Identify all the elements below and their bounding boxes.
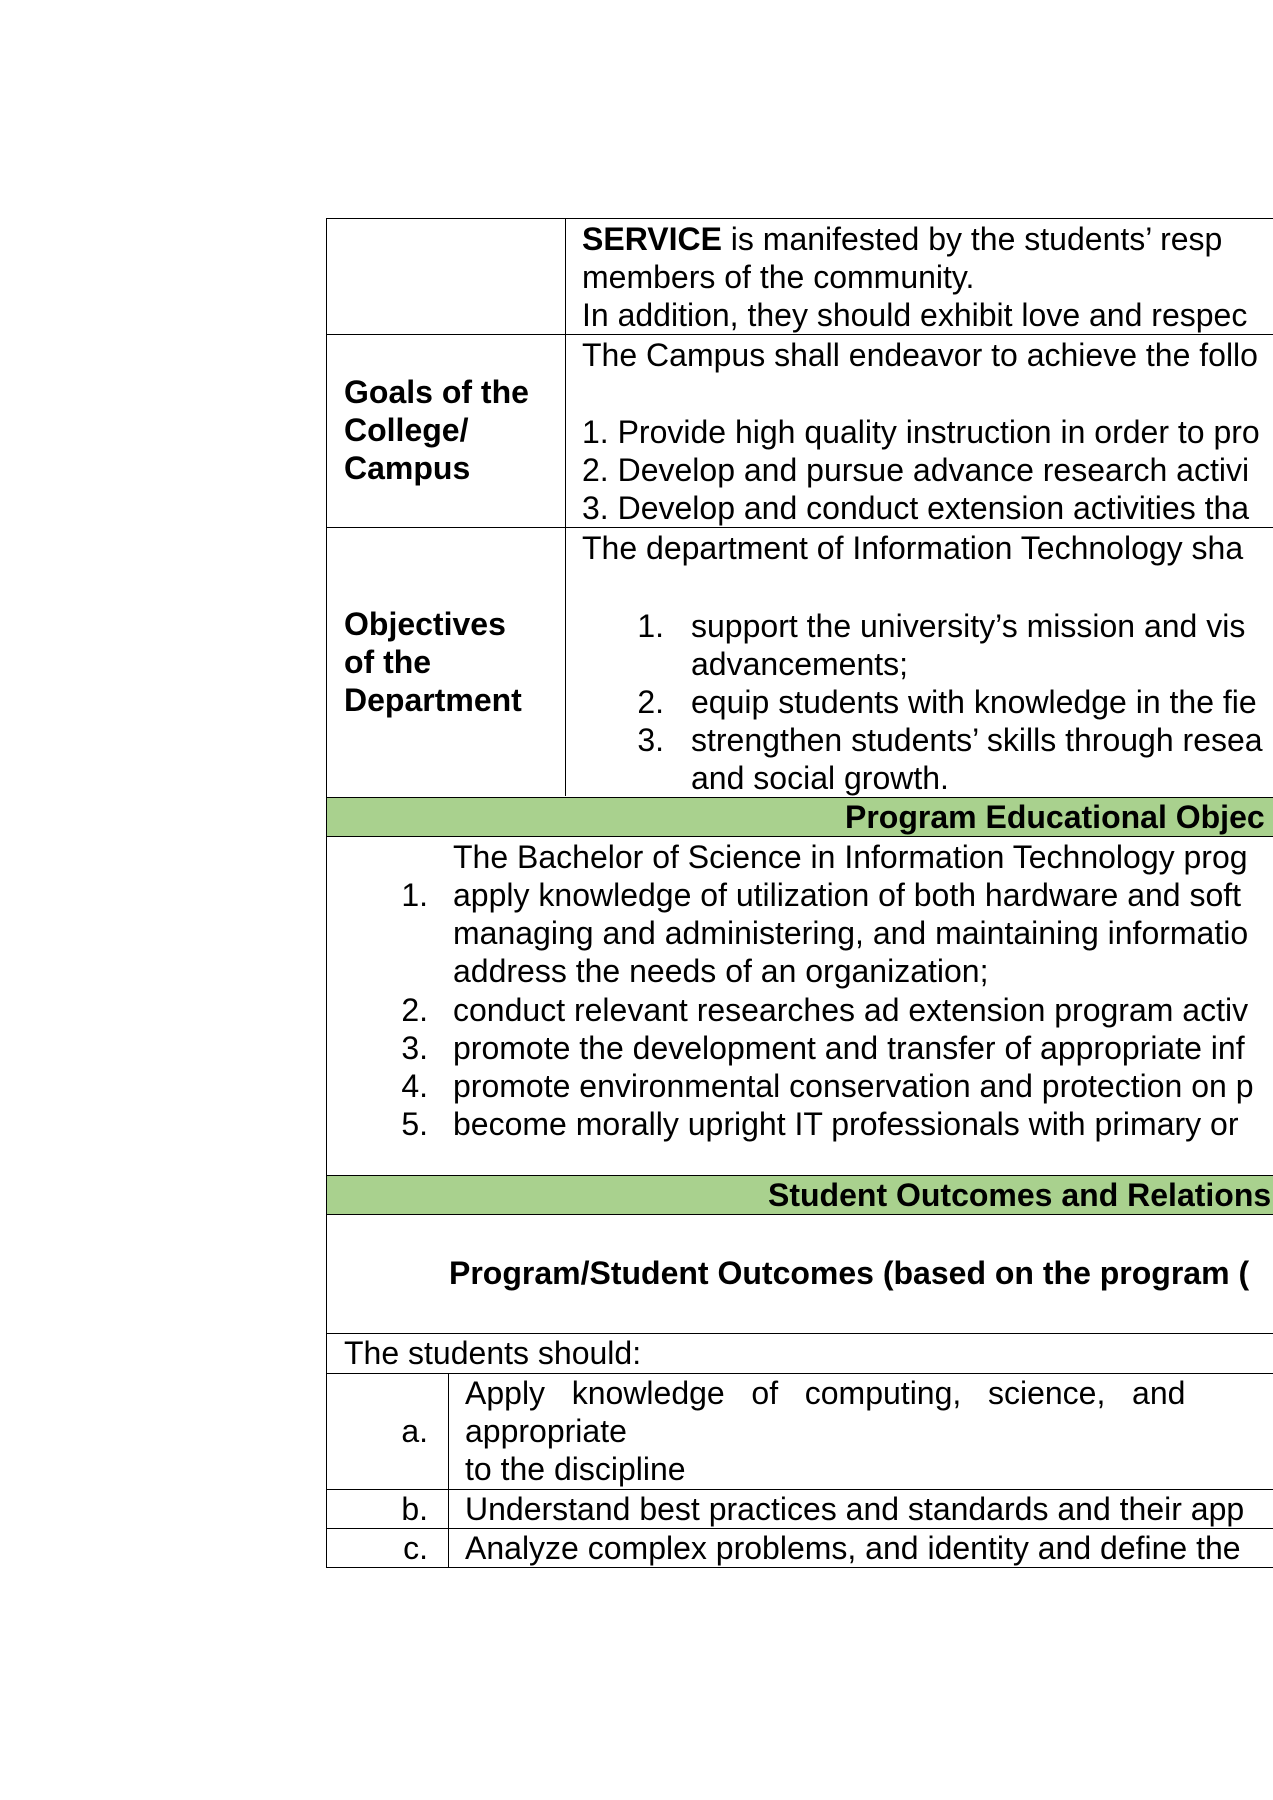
goals-label-2: College/ <box>344 412 469 448</box>
peo-heading: Program Educational Objec <box>845 799 1265 835</box>
outcome-a-line-1: Apply knowledge of computing, science, a… <box>465 1375 1186 1411</box>
row-divider-peo-heading-bottom <box>326 836 1273 837</box>
document-page: SERVICE is manifested by the students’ r… <box>0 0 1273 1800</box>
outcome-c-line-1: Analyze complex problems, and identity a… <box>465 1530 1241 1566</box>
goals-intro: The Campus shall endeavor to achieve the… <box>582 337 1258 373</box>
peo-item-4-number: 4. <box>401 1068 428 1104</box>
objectives-item-3-number: 3. <box>637 722 664 758</box>
objectives-label-2: of the <box>344 644 432 680</box>
letter-column-divider <box>448 1373 449 1568</box>
row-divider-goals <box>326 334 1273 335</box>
outcome-a-line-3: to the discipline <box>465 1451 686 1487</box>
peo-item-5-line-1: become morally upright IT professionals … <box>453 1106 1239 1142</box>
peo-item-3-line-1: promote the development and transfer of … <box>453 1030 1245 1066</box>
peo-item-2-line-1: conduct relevant researches ad extension… <box>453 992 1249 1028</box>
peo-item-2-number: 2. <box>401 992 428 1028</box>
outcomes-subheading: Program/Student Outcomes (based on the p… <box>449 1255 1250 1291</box>
peo-intro: The Bachelor of Science in Information T… <box>453 839 1248 875</box>
table-left-border <box>326 218 327 1568</box>
service-bold: SERVICE <box>582 221 722 257</box>
service-line-2: members of the community. <box>582 259 975 295</box>
peo-item-3-number: 3. <box>401 1030 428 1066</box>
peo-item-1-line-3: address the needs of an organization; <box>453 953 989 989</box>
objectives-item-1-line-1: support the university’s mission and vis <box>691 608 1246 644</box>
objectives-item-3-line-2: and social growth. <box>691 760 949 796</box>
objectives-label-1: Objectives <box>344 606 506 642</box>
objectives-label-3: Department <box>344 682 522 718</box>
goals-item-2: 2. Develop and pursue advance research a… <box>582 452 1250 488</box>
outcome-b-line-1: Understand best practices and standards … <box>465 1491 1245 1527</box>
outcome-c-letter: c. <box>403 1530 428 1566</box>
peo-item-1-number: 1. <box>401 877 428 913</box>
goals-item-1: 1. Provide high quality instruction in o… <box>582 414 1260 450</box>
peo-item-1-line-1: apply knowledge of utilization of both h… <box>453 877 1242 913</box>
objectives-item-2-number: 2. <box>637 684 664 720</box>
row-divider-objectives <box>326 527 1273 528</box>
table-top-border <box>326 218 1273 219</box>
outcome-b-letter: b. <box>401 1491 428 1527</box>
objectives-item-1-line-2: advancements; <box>691 646 909 682</box>
outcome-a-line-2: appropriate <box>465 1413 627 1449</box>
goals-item-3: 3. Develop and conduct extension activit… <box>582 490 1250 526</box>
table-bottom-border <box>326 1567 1273 1568</box>
goals-label-3: Campus <box>344 450 471 486</box>
objectives-item-1-number: 1. <box>637 608 664 644</box>
goals-label-1: Goals of the <box>344 374 529 410</box>
peo-item-5-number: 5. <box>401 1106 428 1142</box>
label-column-divider <box>565 218 566 796</box>
objectives-intro: The department of Information Technology… <box>582 530 1244 566</box>
service-line-3: In addition, they should exhibit love an… <box>582 297 1248 333</box>
outcomes-lead: The students should: <box>344 1335 642 1371</box>
service-line-1: SERVICE is manifested by the students’ r… <box>582 220 1222 258</box>
outcome-a-letter: a. <box>401 1413 428 1449</box>
outcomes-heading: Student Outcomes and Relations <box>768 1177 1272 1213</box>
peo-item-4-line-1: promote environmental conservation and p… <box>453 1068 1254 1104</box>
objectives-item-3-line-1: strengthen students’ skills through rese… <box>691 722 1263 758</box>
row-divider-outcomes-heading-bottom <box>326 1214 1273 1215</box>
peo-item-1-line-2: managing and administering, and maintain… <box>453 915 1249 951</box>
service-line-1-rest: is manifested by the students’ resp <box>721 221 1223 257</box>
objectives-item-2-line-1: equip students with knowledge in the fie <box>691 684 1257 720</box>
